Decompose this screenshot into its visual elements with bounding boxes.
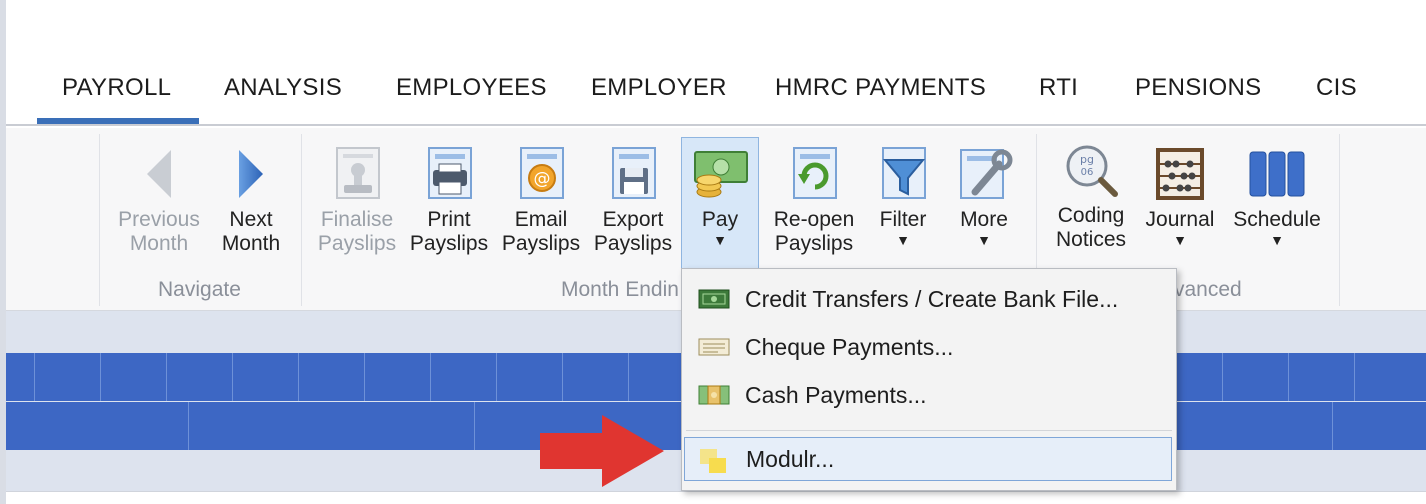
right-arrow-icon: [239, 150, 263, 198]
email-icon: @: [520, 147, 564, 199]
tab-employees[interactable]: EMPLOYEES: [396, 74, 547, 102]
journal-button[interactable]: Journal ▼: [1140, 138, 1220, 266]
group-label-advanced: vanced: [1174, 278, 1242, 301]
schedule-dropdown-arrow-icon: ▼: [1270, 232, 1284, 248]
wrench-icon: [960, 149, 1013, 199]
journal-dropdown-arrow-icon: ▼: [1173, 232, 1187, 248]
pay-button[interactable]: Pay ▼: [681, 137, 759, 269]
reopen-payslips-button[interactable]: Re-open Payslips: [766, 138, 862, 266]
menu-item-label: Cash Payments...: [745, 382, 927, 408]
previous-month-label: Previous Month: [118, 208, 200, 255]
next-month-button[interactable]: Next Month: [212, 138, 290, 266]
group-label-navigate: Navigate: [158, 278, 241, 301]
menu-item-label: Credit Transfers / Create Bank File...: [745, 286, 1119, 312]
coding-notices-button[interactable]: pg 06 Coding Notices: [1046, 134, 1136, 262]
tab-bar: PAYROLL ANALYSIS EMPLOYEES EMPLOYER HMRC…: [6, 0, 1426, 126]
grid-body: [6, 491, 1426, 504]
schedule-label: Schedule: [1233, 208, 1321, 231]
tab-analysis[interactable]: ANALYSIS: [224, 74, 342, 102]
email-payslips-button[interactable]: @ Email Payslips: [498, 138, 584, 266]
printer-icon: [428, 147, 472, 199]
magnifier-icon: pg 06: [1066, 145, 1118, 197]
floppy-disk-icon: [612, 147, 656, 199]
schedule-button[interactable]: Schedule ▼: [1228, 138, 1326, 266]
svg-text:@: @: [534, 169, 551, 189]
print-payslips-label: Print Payslips: [409, 208, 489, 255]
filter-button[interactable]: Filter ▼: [868, 138, 938, 266]
ribbon-separator: [1339, 134, 1340, 306]
group-label-month-end: Month Endin: [561, 278, 679, 301]
more-button[interactable]: More ▼: [946, 138, 1022, 266]
reopen-payslips-label: Re-open Payslips: [773, 208, 855, 255]
tab-cis[interactable]: CIS: [1316, 74, 1357, 102]
left-arrow-icon: [147, 150, 171, 198]
menu-item-label: Modulr...: [746, 446, 835, 472]
menu-item-cash-payments[interactable]: Cash Payments...: [684, 374, 1172, 418]
red-pointer-arrow-icon: [540, 415, 664, 487]
pay-label: Pay: [701, 208, 739, 231]
stamp-document-icon: [336, 147, 380, 199]
previous-month-button[interactable]: Previous Month: [114, 138, 204, 266]
menu-separator: [686, 430, 1172, 431]
modulr-icon: [700, 449, 726, 473]
menu-item-label: Cheque Payments...: [745, 334, 954, 360]
finalise-payslips-label: Finalise Payslips: [317, 208, 397, 255]
cash-icon: [698, 385, 730, 405]
print-payslips-button[interactable]: Print Payslips: [406, 138, 492, 266]
svg-text:pg: pg: [1080, 153, 1094, 166]
cheque-icon: [698, 338, 730, 356]
menu-item-modulr[interactable]: Modulr...: [684, 437, 1172, 481]
more-dropdown-arrow-icon: ▼: [977, 232, 991, 248]
export-payslips-label: Export Payslips: [593, 208, 673, 255]
finalise-payslips-button[interactable]: Finalise Payslips: [314, 138, 400, 266]
abacus-icon: [1156, 148, 1204, 200]
pay-dropdown-menu: Credit Transfers / Create Bank File... C…: [681, 268, 1177, 491]
export-payslips-button[interactable]: Export Payslips: [590, 138, 676, 266]
reopen-icon: [793, 147, 837, 199]
pay-dropdown-arrow-icon: ▼: [713, 232, 727, 248]
tab-employer[interactable]: EMPLOYER: [591, 74, 727, 102]
more-label: More: [960, 208, 1008, 231]
coding-notices-label: Coding Notices: [1055, 204, 1127, 251]
columns-icon: [1249, 151, 1305, 197]
email-payslips-label: Email Payslips: [501, 208, 581, 255]
money-icon: [694, 151, 748, 198]
tab-hmrc-payments[interactable]: HMRC PAYMENTS: [775, 74, 986, 102]
tab-rti[interactable]: RTI: [1039, 74, 1078, 102]
tab-payroll[interactable]: PAYROLL: [62, 74, 171, 102]
menu-item-cheque-payments[interactable]: Cheque Payments...: [684, 326, 1172, 370]
bank-note-icon: [698, 289, 730, 309]
journal-label: Journal: [1145, 208, 1215, 231]
filter-dropdown-arrow-icon: ▼: [896, 232, 910, 248]
filter-label: Filter: [879, 208, 927, 231]
ribbon-separator: [99, 134, 100, 306]
ribbon-separator: [301, 134, 302, 306]
next-month-label: Next Month: [221, 208, 281, 255]
active-tab-indicator: [37, 118, 199, 124]
tab-pensions[interactable]: PENSIONS: [1135, 74, 1261, 102]
funnel-icon: [882, 147, 926, 199]
menu-item-credit-transfers[interactable]: Credit Transfers / Create Bank File...: [684, 278, 1172, 322]
svg-text:06: 06: [1081, 167, 1094, 178]
